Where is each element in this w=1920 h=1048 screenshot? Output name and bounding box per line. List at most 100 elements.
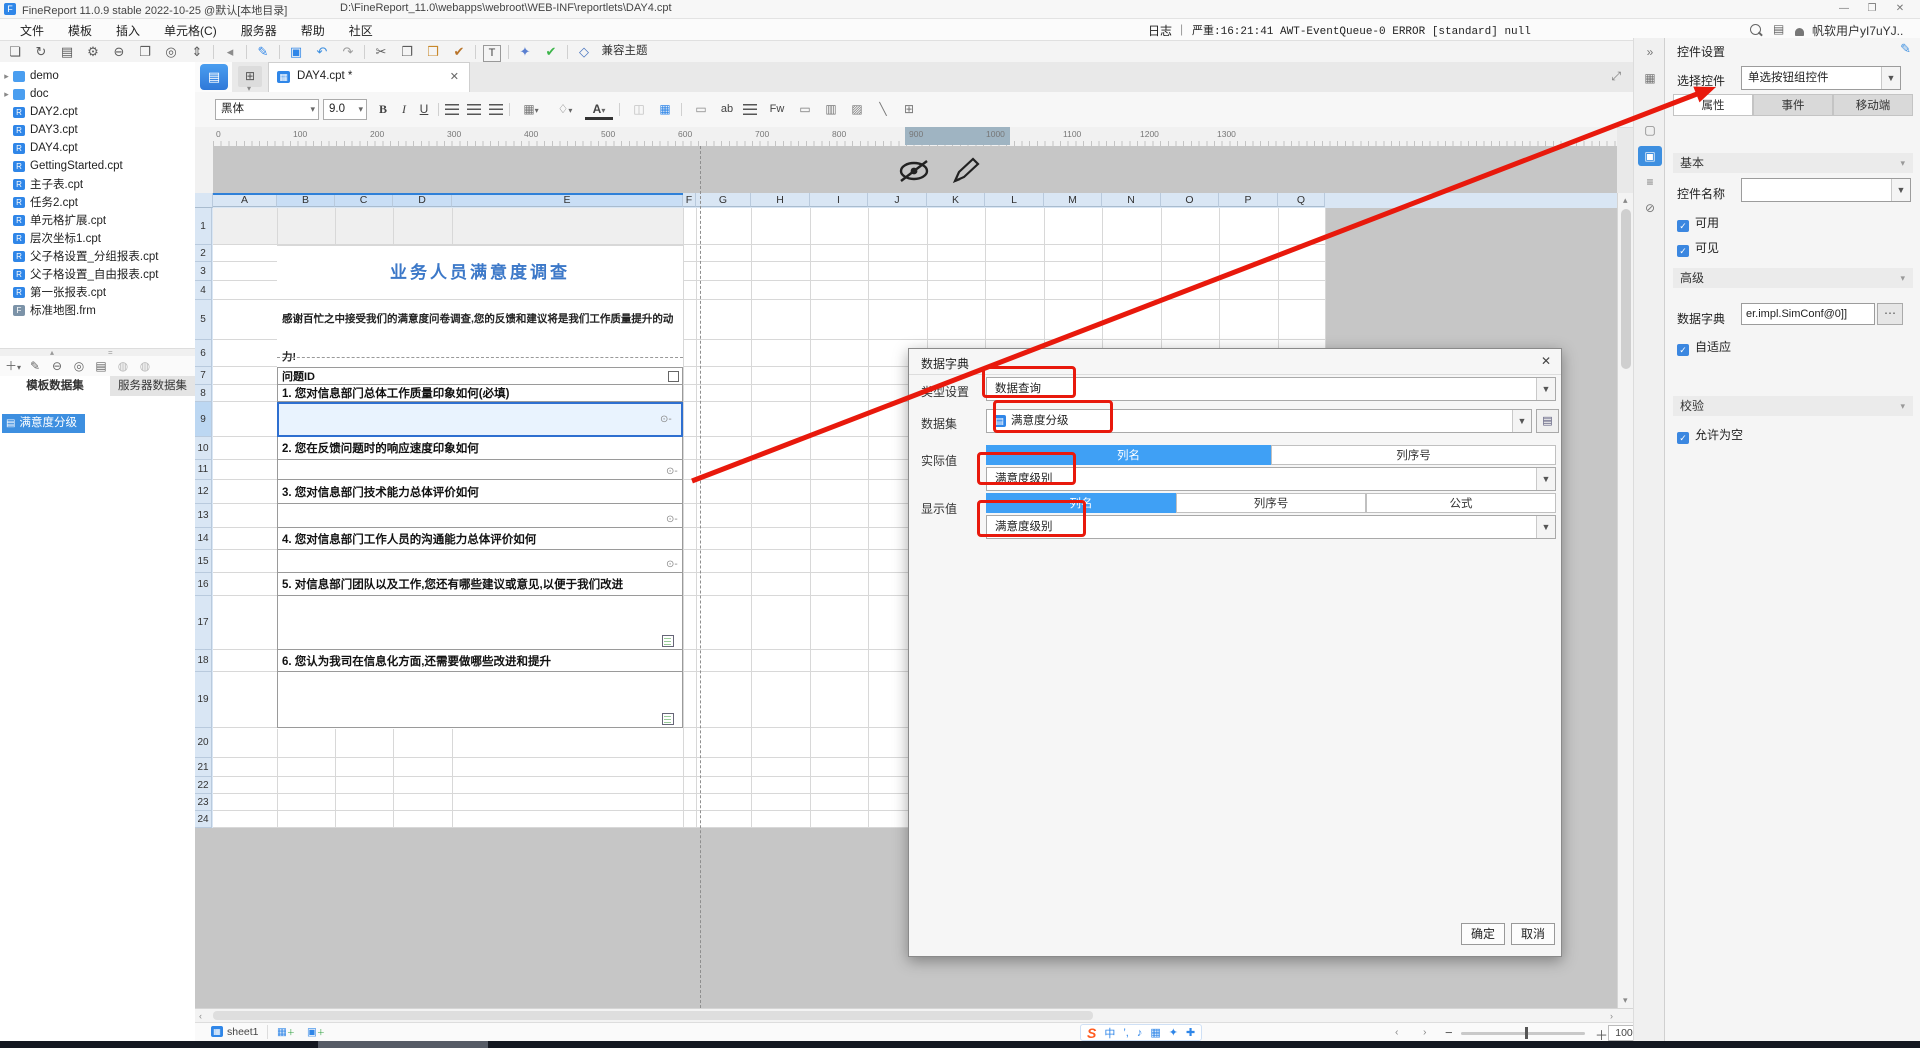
question-text-4[interactable]: 4. 您对信息部门工作人员的沟通能力总体评价如何 xyxy=(277,528,683,550)
tree-item-DAY3.cpt[interactable]: R DAY3.cpt xyxy=(0,121,195,139)
question-text-3[interactable]: 3. 您对信息部门技术能力总体评价如何 xyxy=(277,480,683,504)
row-header-24[interactable]: 24 xyxy=(195,811,212,828)
hide-widget-eye-icon[interactable] xyxy=(895,158,933,184)
row-header-5[interactable]: 5 xyxy=(195,300,212,340)
expand-arrow-icon[interactable]: ▸ xyxy=(0,71,13,82)
column-header-N[interactable]: N xyxy=(1102,193,1161,207)
row-header-17[interactable]: 17 xyxy=(195,596,212,650)
hyperlink-icon[interactable]: ⊘ xyxy=(1638,198,1662,218)
row-header-9[interactable]: 9 xyxy=(195,402,212,437)
chinese-mode-icon[interactable]: 中 xyxy=(1104,1025,1115,1041)
dataset-tab-1[interactable]: 服务器数据集 xyxy=(110,376,195,396)
tree-item-DAY2.cpt[interactable]: R DAY2.cpt xyxy=(0,103,195,121)
cell-attribute-icon[interactable]: ▢ xyxy=(1638,120,1662,140)
punctuation-icon[interactable]: ’, xyxy=(1123,1027,1129,1039)
skin-icon[interactable]: ✦ xyxy=(1169,1026,1178,1039)
question-text-2[interactable]: 2. 您在反馈问题时的响应速度印象如何 xyxy=(277,437,683,460)
bold-button[interactable]: B xyxy=(373,99,393,120)
cancel-button[interactable]: 取消 xyxy=(1511,923,1555,945)
tree-item-主子表.cpt[interactable]: R 主子表.cpt xyxy=(0,175,195,193)
edit-dataset-button[interactable]: ▤ xyxy=(1536,409,1559,433)
add-report-sheet-icon[interactable]: ▦＋ xyxy=(277,1026,295,1038)
row-header-4[interactable]: 4 xyxy=(195,281,212,300)
edit-widget-pencil-icon[interactable] xyxy=(951,157,981,185)
scroll-down-icon[interactable]: ▾ xyxy=(1623,995,1628,1006)
column-header-I[interactable]: I xyxy=(810,193,868,207)
adaptive-checkbox[interactable]: ✓ 自适应 xyxy=(1677,338,1731,356)
compat-theme-button[interactable]: 兼容主题 xyxy=(601,45,647,57)
scroll-left-icon[interactable]: ‹ xyxy=(199,1011,202,1021)
text-field-widget-icon[interactable]: ▭ xyxy=(793,99,817,120)
select-all-corner[interactable] xyxy=(195,193,213,208)
underline-button[interactable]: U xyxy=(414,99,434,120)
formula-widget-icon[interactable]: Fw xyxy=(765,99,789,120)
menu-item-0[interactable]: 文件 xyxy=(8,19,56,42)
scroll-right-icon[interactable]: › xyxy=(1610,1011,1613,1021)
row-header-19[interactable]: 19 xyxy=(195,672,212,728)
textarea-widget-icon[interactable] xyxy=(662,713,674,725)
question-id-cell[interactable]: 问题ID xyxy=(277,367,683,385)
row-header-11[interactable]: 11 xyxy=(195,460,212,480)
undo-icon[interactable]: ↶ xyxy=(309,41,335,62)
row-header-14[interactable]: 14 xyxy=(195,528,212,550)
close-button[interactable]: ✕ xyxy=(1886,3,1914,14)
text-tool-icon[interactable]: T xyxy=(483,45,501,62)
chevron-down-icon[interactable]: ▼ xyxy=(1536,378,1555,400)
tree-item-父子格设置_分组报表.cpt[interactable]: R 父子格设置_分组报表.cpt xyxy=(0,247,195,265)
section-validate[interactable]: 校验 ▾ xyxy=(1673,396,1913,416)
column-header-F[interactable]: F xyxy=(683,193,696,207)
page-next-icon[interactable]: › xyxy=(1423,1026,1427,1038)
answer-cell-1[interactable]: ⊙- xyxy=(277,402,683,437)
fill-color-dropdown[interactable]: ♢▾ xyxy=(551,99,579,120)
ime-toolbar[interactable]: S 中 ’, ♪ ▦ ✦ ✚ xyxy=(1080,1024,1203,1041)
maximize-button[interactable]: ❐ xyxy=(1858,3,1886,14)
expand-tabs-icon[interactable]: ⤢ xyxy=(1611,69,1621,84)
column-header-P[interactable]: P xyxy=(1219,193,1278,207)
refresh-icon[interactable]: ↻ xyxy=(28,41,54,62)
template-search-icon[interactable]: ▤ xyxy=(200,64,228,90)
condition-attribute-icon[interactable]: ≡ xyxy=(1638,172,1662,192)
horizontal-scroll-thumb[interactable] xyxy=(213,1011,1093,1020)
cell-element-icon[interactable]: ▦ xyxy=(1638,68,1662,88)
column-header-A[interactable]: A xyxy=(213,193,277,207)
column-header-E[interactable]: E xyxy=(452,193,683,207)
new-template-icon[interactable]: ❏ xyxy=(2,41,28,62)
widget-name-dropdown[interactable]: ▼ xyxy=(1741,178,1911,202)
column-header-M[interactable]: M xyxy=(1044,193,1102,207)
answer-cell-4[interactable] xyxy=(277,550,683,573)
scroll-up-icon[interactable]: ▴ xyxy=(1623,195,1628,206)
edit-pencil-icon[interactable]: ✎ xyxy=(1900,41,1911,57)
row-header-6[interactable]: 6 xyxy=(195,340,212,367)
copy-icon[interactable]: ❐ xyxy=(394,41,420,62)
italic-button[interactable]: I xyxy=(395,99,413,120)
select-widget-dropdown[interactable]: 单选按钮组控件 ▼ xyxy=(1741,66,1901,90)
delete-icon[interactable]: ⊖ xyxy=(106,41,132,62)
copy-template-icon[interactable]: ❐ xyxy=(132,41,158,62)
textarea-widget-icon[interactable] xyxy=(662,635,674,647)
chevron-down-icon[interactable]: ▼ xyxy=(1512,410,1531,432)
sheet-tab[interactable]: sheet1 xyxy=(227,1026,259,1038)
row-header-8[interactable]: 8 xyxy=(195,385,212,402)
zoom-slider-handle[interactable] xyxy=(1525,1027,1528,1039)
menu-item-5[interactable]: 帮助 xyxy=(289,19,337,42)
border-style-dropdown[interactable]: ▦▾ xyxy=(517,99,545,120)
chevron-down-icon[interactable]: ▼ xyxy=(1891,179,1910,201)
batch-edit-dataset-icon[interactable]: ▤ xyxy=(90,356,112,376)
enabled-checkbox[interactable]: ✓ 可用 xyxy=(1677,214,1719,232)
panel-tab-事件[interactable]: 事件 xyxy=(1753,94,1833,116)
answer-cell-6[interactable] xyxy=(277,672,683,728)
log-link[interactable]: 日志 xyxy=(1148,22,1172,39)
answer-cell-5[interactable] xyxy=(277,596,683,650)
close-tab-icon[interactable]: ✕ xyxy=(450,70,459,83)
column-header-D[interactable]: D xyxy=(393,193,452,207)
radio-widget-icon[interactable]: ⊙- xyxy=(666,466,678,477)
edit-dataset-icon[interactable]: ✎ xyxy=(24,356,46,376)
row-header-12[interactable]: 12 xyxy=(195,480,212,504)
column-header-J[interactable]: J xyxy=(868,193,927,207)
merge-cell-icon[interactable]: ◫ xyxy=(627,99,651,120)
row-header-20[interactable]: 20 xyxy=(195,728,212,758)
chart-widget-icon[interactable]: ▥ xyxy=(819,99,843,120)
feedback-icon[interactable]: ▤ xyxy=(1773,22,1784,36)
tree-item-GettingStarted.cpt[interactable]: R GettingStarted.cpt xyxy=(0,157,195,175)
preview-dataset-icon[interactable]: ◎ xyxy=(68,356,90,376)
